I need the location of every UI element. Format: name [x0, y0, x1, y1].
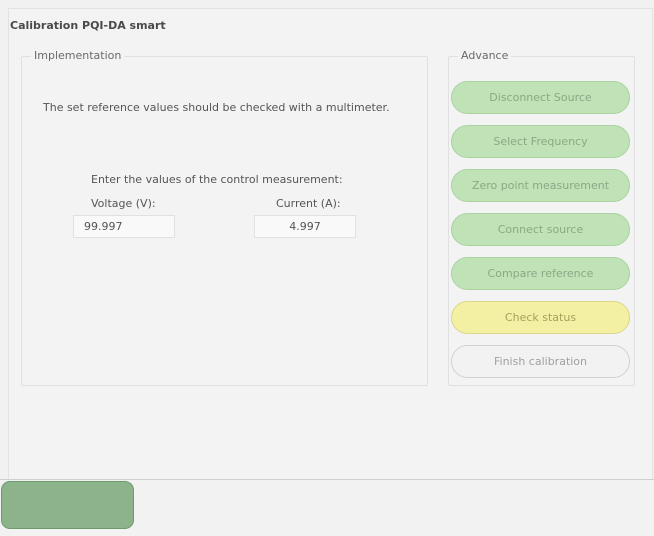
current-label: Current (A): — [276, 197, 341, 210]
voltage-label: Voltage (V): — [91, 197, 156, 210]
prompt-text: Enter the values of the control measurem… — [91, 173, 343, 186]
step-zero-point-measurement-button[interactable]: Zero point measurement — [451, 169, 630, 202]
voltage-field[interactable]: 99.997 — [73, 215, 175, 238]
info-text: The set reference values should be check… — [43, 101, 390, 114]
step-compare-reference-button[interactable]: Compare reference — [451, 257, 630, 290]
step-select-frequency-button[interactable]: Select Frequency — [451, 125, 630, 158]
calibration-window: Calibration PQI-DA smart Implementation … — [0, 0, 654, 536]
bottom-action-button[interactable] — [1, 481, 134, 529]
implementation-legend: Implementation — [31, 49, 125, 63]
advance-legend: Advance — [458, 49, 512, 63]
window-title: Calibration PQI-DA smart — [10, 19, 166, 32]
step-check-status-button[interactable]: Check status — [451, 301, 630, 334]
step-finish-calibration-button[interactable]: Finish calibration — [451, 345, 630, 378]
current-field[interactable]: 4.997 — [254, 215, 356, 238]
step-disconnect-source-button[interactable]: Disconnect Source — [451, 81, 630, 114]
step-connect-source-button[interactable]: Connect source — [451, 213, 630, 246]
